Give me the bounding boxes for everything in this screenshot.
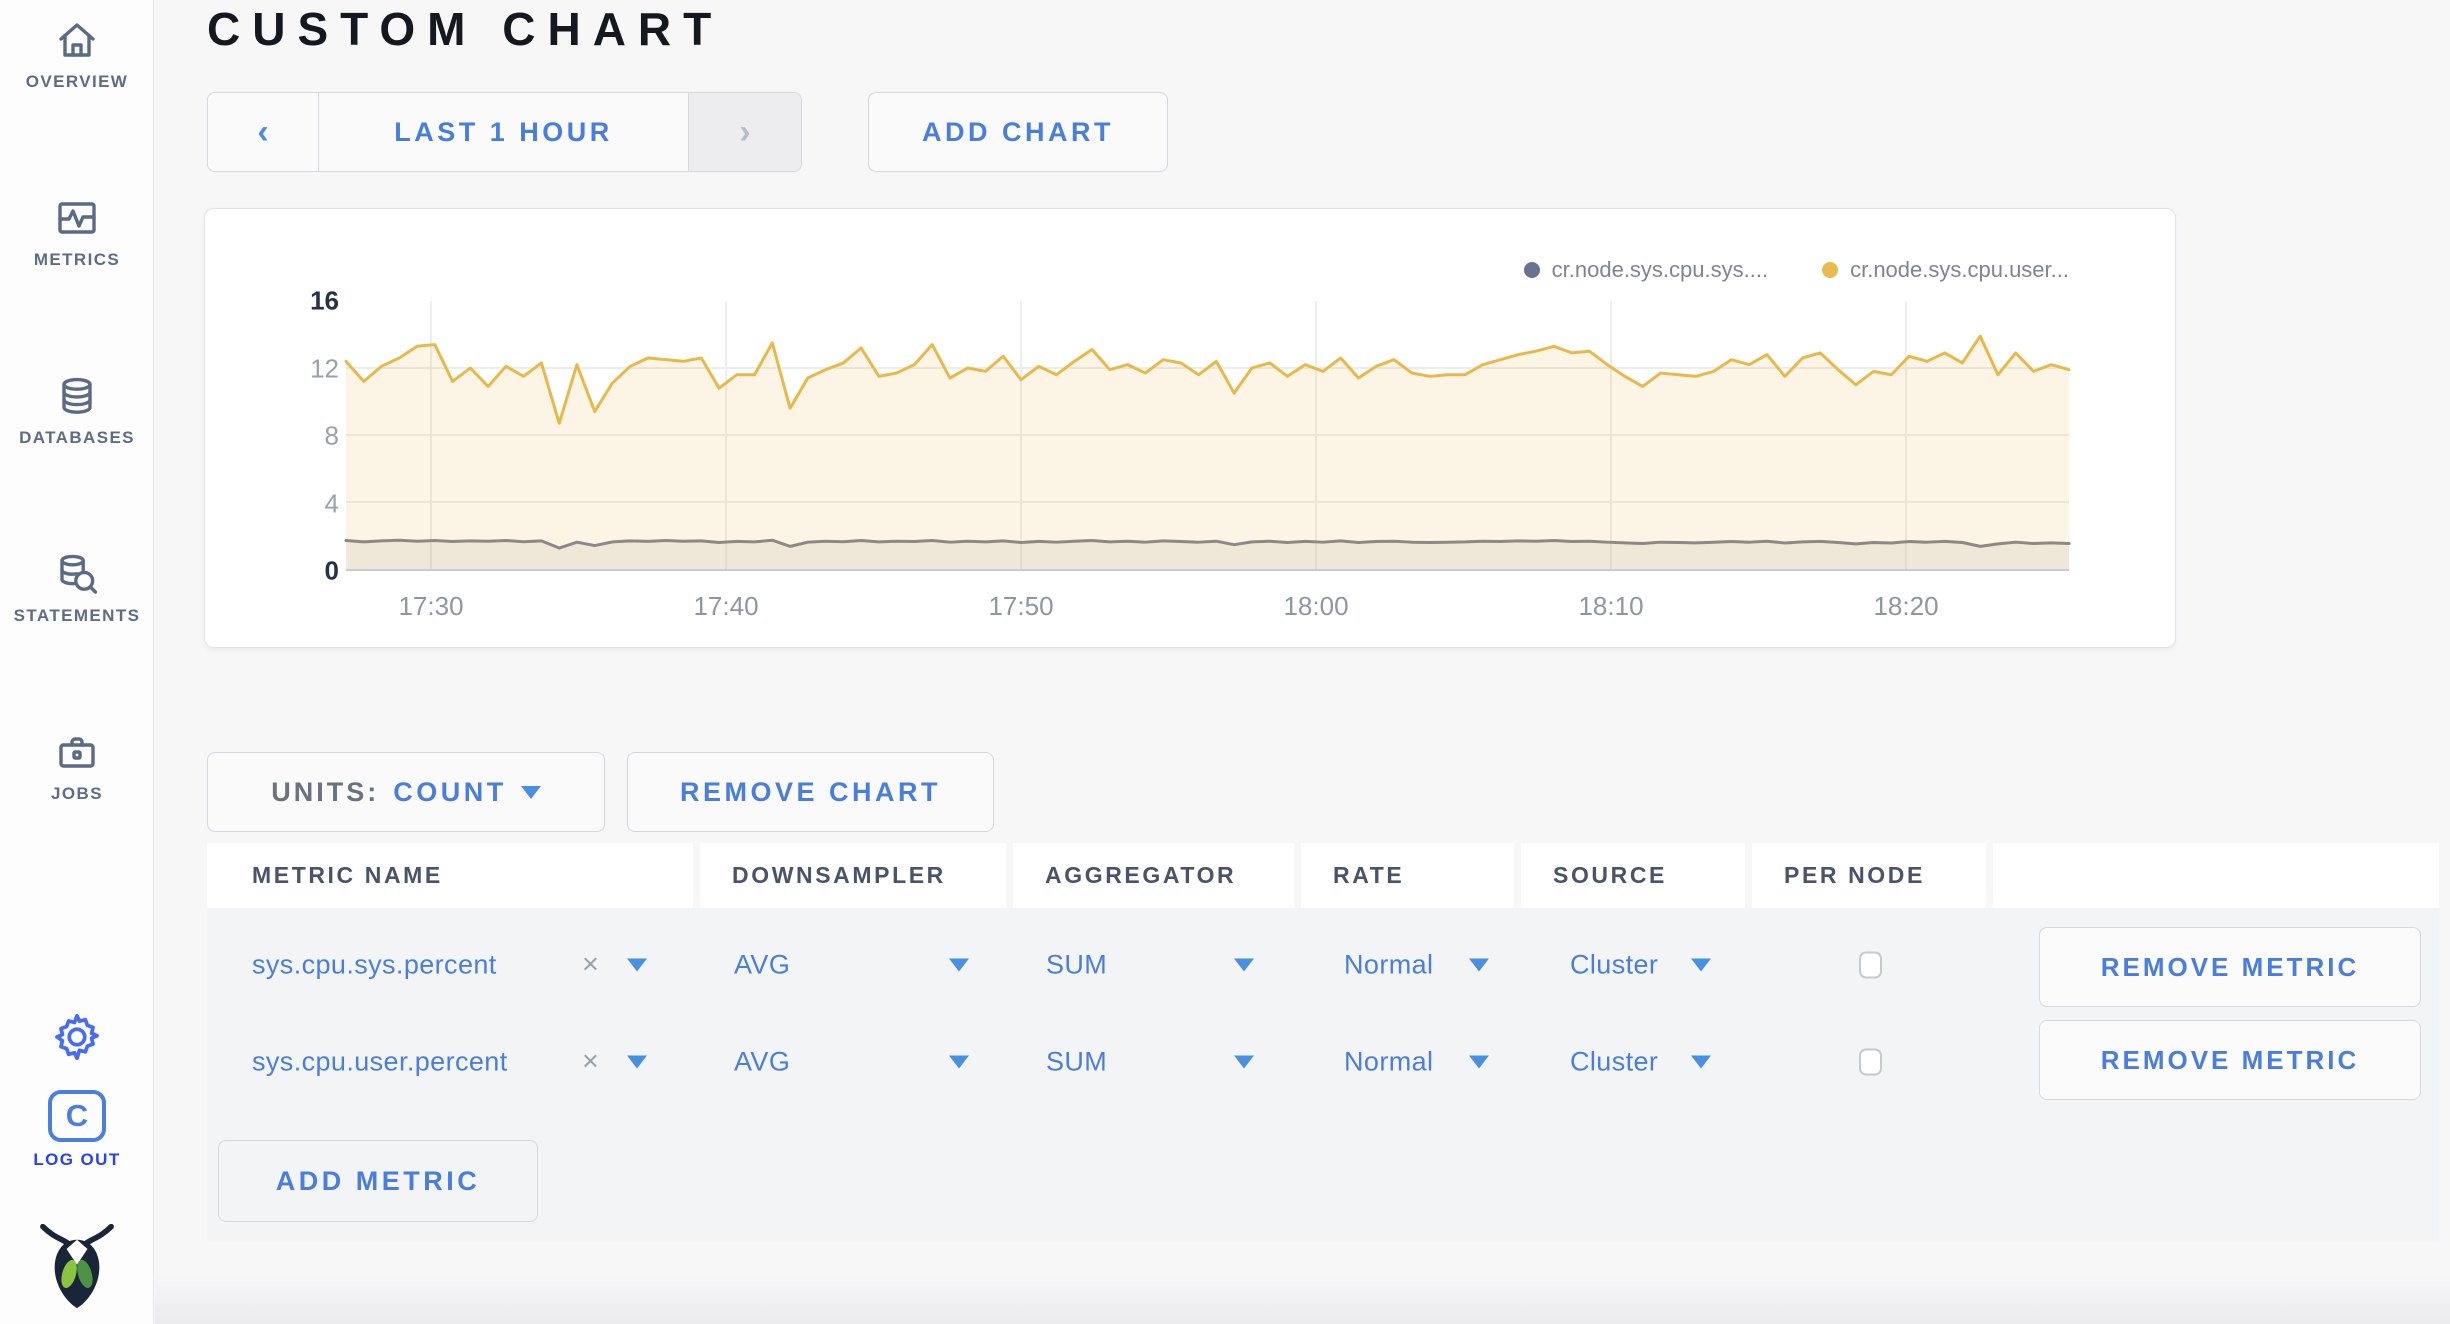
chevron-down-icon[interactable]	[949, 1055, 969, 1069]
chevron-down-icon[interactable]	[1469, 958, 1489, 972]
aggregator-dropdown[interactable]: SUM	[1046, 1047, 1107, 1078]
metrics-icon	[58, 202, 96, 234]
sidebar-logout[interactable]: C LOG OUT	[0, 1090, 154, 1170]
legend-label: cr.node.sys.cpu.user...	[1850, 257, 2069, 282]
column-header-rate: RATE	[1301, 843, 1514, 908]
chevron-down-icon	[520, 785, 541, 799]
column-header-per-node: PER NODE	[1752, 843, 1986, 908]
downsampler-dropdown[interactable]: AVG	[734, 1047, 790, 1078]
sidebar-item-label: DATABASES	[19, 428, 135, 447]
column-header-aggregator: AGGREGATOR	[1013, 843, 1294, 908]
chevron-down-icon[interactable]	[1234, 1055, 1254, 1069]
legend-item[interactable]: cr.node.sys.cpu.sys....	[1523, 257, 1769, 283]
page-bottom-fade	[155, 1272, 2450, 1324]
legend-label: cr.node.sys.cpu.sys....	[1551, 257, 1769, 282]
y-axis-tick: 0	[324, 555, 339, 586]
downsampler-dropdown[interactable]: AVG	[734, 950, 790, 981]
chart-card: cr.node.sys.cpu.sys.... cr.node.sys.cpu.…	[204, 208, 2176, 648]
units-label: UNITS:	[271, 776, 380, 807]
chart-legend: cr.node.sys.cpu.sys.... cr.node.sys.cpu.…	[1523, 257, 2069, 283]
jobs-icon	[59, 737, 95, 768]
sidebar-item-metrics[interactable]: METRICS	[0, 194, 154, 270]
chart-plot-area[interactable]	[344, 301, 2071, 571]
metrics-table: METRIC NAME DOWNSAMPLER AGGREGATOR RATE …	[207, 843, 2439, 1243]
chevron-down-icon[interactable]	[627, 958, 647, 972]
x-axis-tick: 18:00	[1283, 591, 1349, 621]
legend-item[interactable]: cr.node.sys.cpu.user...	[1822, 257, 2069, 283]
source-dropdown[interactable]: Cluster	[1570, 1047, 1658, 1078]
chevron-down-icon[interactable]	[1691, 1055, 1711, 1069]
per-node-checkbox[interactable]	[1859, 1048, 1882, 1076]
page-title: CUSTOM CHART	[207, 3, 724, 55]
chevron-down-icon[interactable]	[1469, 1055, 1489, 1069]
sidebar-item-label: OVERVIEW	[25, 72, 129, 91]
y-axis-tick: 12	[310, 353, 339, 384]
logout-label: LOG OUT	[33, 1150, 121, 1169]
legend-dot-icon	[1523, 262, 1540, 278]
y-axis-tick: 4	[324, 488, 339, 519]
chevron-down-icon[interactable]	[949, 958, 969, 972]
time-range-label[interactable]: LAST 1 HOUR	[319, 93, 688, 171]
column-header-actions	[1993, 843, 2439, 908]
chart-series-svg	[344, 301, 2071, 569]
metric-name-value[interactable]: sys.cpu.user.percent	[252, 1047, 508, 1078]
cockroach-c-icon: C	[48, 1090, 106, 1142]
clear-metric-icon[interactable]: ×	[582, 1046, 599, 1079]
sidebar-logo	[0, 1224, 154, 1316]
remove-metric-button[interactable]: REMOVE METRIC	[2039, 1020, 2421, 1100]
time-range-picker: ‹ LAST 1 HOUR ›	[207, 92, 802, 172]
time-prev-button[interactable]: ‹	[208, 93, 319, 171]
sidebar-item-label: JOBS	[51, 784, 103, 803]
sidebar-settings[interactable]	[0, 1012, 154, 1062]
source-dropdown[interactable]: Cluster	[1570, 950, 1658, 981]
home-icon	[59, 23, 95, 57]
remove-metric-button[interactable]: REMOVE METRIC	[2039, 927, 2421, 1007]
chevron-down-icon[interactable]	[627, 1055, 647, 1069]
chevron-down-icon[interactable]	[1234, 958, 1254, 972]
add-metric-button[interactable]: ADD METRIC	[218, 1140, 538, 1222]
rate-dropdown[interactable]: Normal	[1344, 1047, 1433, 1078]
y-axis-tick: 8	[324, 420, 339, 451]
gear-icon	[55, 1013, 99, 1061]
clear-metric-icon[interactable]: ×	[582, 949, 599, 982]
x-axis-tick: 18:10	[1578, 591, 1644, 621]
statements-icon	[60, 554, 98, 594]
per-node-checkbox[interactable]	[1859, 951, 1882, 979]
legend-dot-icon	[1822, 262, 1839, 278]
sidebar-item-statements[interactable]: STATEMENTS	[0, 550, 154, 626]
x-axis-tick: 17:40	[693, 591, 759, 621]
time-next-button-disabled[interactable]: ›	[688, 93, 801, 171]
column-header-downsampler: DOWNSAMPLER	[700, 843, 1006, 908]
databases-icon	[62, 377, 92, 414]
metric-name-value[interactable]: sys.cpu.sys.percent	[252, 950, 497, 981]
custom-chart-page: OVERVIEW METRICS DATABASES STATEMENTS JO…	[0, 0, 2450, 1324]
sidebar-item-label: METRICS	[33, 250, 121, 269]
x-axis-tick: 17:30	[398, 591, 464, 621]
units-value: COUNT	[393, 776, 507, 807]
sidebar-item-label: STATEMENTS	[13, 606, 141, 625]
sidebar: OVERVIEW METRICS DATABASES STATEMENTS JO…	[0, 0, 154, 1324]
aggregator-dropdown[interactable]: SUM	[1046, 950, 1107, 981]
x-axis-tick: 17:50	[988, 591, 1054, 621]
sidebar-item-jobs[interactable]: JOBS	[0, 728, 154, 804]
column-header-source: SOURCE	[1521, 843, 1745, 908]
sidebar-item-overview[interactable]: OVERVIEW	[0, 16, 154, 92]
remove-chart-button[interactable]: REMOVE CHART	[627, 752, 994, 832]
column-header-metric-name: METRIC NAME	[207, 843, 693, 908]
chevron-down-icon[interactable]	[1691, 958, 1711, 972]
units-dropdown[interactable]: UNITS: COUNT	[207, 752, 605, 832]
rate-dropdown[interactable]: Normal	[1344, 950, 1433, 981]
add-chart-button[interactable]: ADD CHART	[868, 92, 1168, 172]
sidebar-item-databases[interactable]: DATABASES	[0, 372, 154, 448]
y-axis-tick: 16	[310, 285, 339, 316]
chevron-right-icon: ›	[739, 113, 751, 151]
cockroachdb-bug-icon	[40, 1224, 114, 1309]
x-axis-tick: 18:20	[1873, 591, 1939, 621]
chevron-left-icon: ‹	[257, 113, 269, 151]
